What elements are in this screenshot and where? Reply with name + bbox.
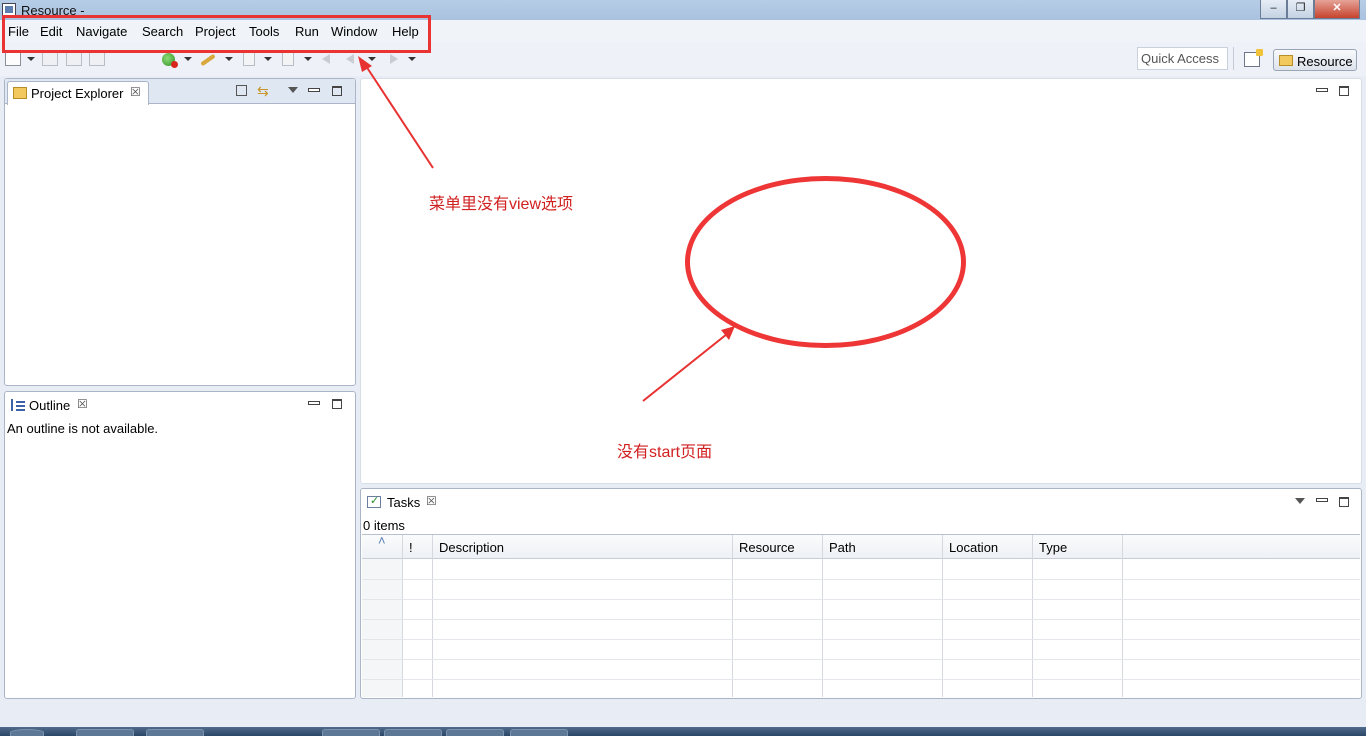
maximize-icon[interactable] (332, 399, 342, 409)
close-button[interactable]: ✕ (1314, 0, 1360, 19)
table-row (362, 659, 1360, 660)
column-divider (822, 535, 823, 697)
column-divider (732, 535, 733, 697)
tab-label: Tasks (387, 495, 421, 510)
run-dropdown-icon[interactable] (184, 52, 192, 66)
view-menu-icon[interactable] (288, 85, 298, 95)
column-divider (942, 535, 943, 697)
maximize-icon[interactable] (1339, 497, 1349, 507)
tab-label: Outline (29, 398, 71, 413)
column-resource[interactable]: Resource (739, 540, 795, 555)
folder-icon (1279, 55, 1293, 66)
link-with-editor-icon[interactable]: ⇆ (257, 83, 269, 100)
maximize-icon[interactable] (332, 86, 342, 96)
tab-tasks[interactable]: Tasks ☒ (363, 490, 443, 514)
taskbar-item[interactable] (384, 729, 442, 736)
new-icon[interactable] (5, 52, 21, 66)
close-icon[interactable]: ☒ (426, 494, 437, 508)
column-path[interactable]: Path (829, 540, 856, 555)
project-explorer-panel: Project Explorer ☒ ⇆ (4, 78, 356, 386)
back-dropdown-icon[interactable] (368, 52, 376, 66)
perspective-label: Resource (1297, 54, 1353, 69)
minimize-icon[interactable] (1316, 495, 1328, 505)
taskbar-item[interactable] (76, 729, 134, 736)
back-icon[interactable] (344, 52, 360, 66)
tools-dropdown-icon[interactable] (225, 52, 233, 66)
menu-highlight-box (2, 15, 431, 53)
annotation-next-icon[interactable] (243, 52, 255, 66)
forward-dropdown-icon[interactable] (408, 52, 416, 66)
outline-panel: Outline ☒ An outline is not available. (4, 391, 356, 699)
column-divider (402, 535, 403, 697)
collapse-all-icon[interactable] (236, 85, 247, 96)
save-all-icon[interactable] (66, 52, 82, 66)
restore-button[interactable]: ❐ (1287, 0, 1314, 19)
taskbar-item[interactable] (446, 729, 504, 736)
new-dropdown-icon[interactable] (27, 52, 35, 66)
perspective-resource-button[interactable]: Resource (1273, 49, 1357, 71)
table-row (362, 639, 1360, 640)
column-description[interactable]: Description (439, 540, 504, 555)
forward-icon[interactable] (384, 52, 400, 66)
column-divider (1122, 535, 1123, 697)
start-button[interactable] (10, 729, 44, 736)
minimize-button[interactable]: ‒ (1260, 0, 1287, 19)
table-row (362, 679, 1360, 680)
table-header: ˄ ! Description Resource Path Location T… (362, 533, 1360, 559)
run-icon[interactable] (162, 53, 178, 68)
close-icon[interactable]: ☒ (130, 85, 141, 99)
project-explorer-icon (13, 87, 27, 99)
quick-access-input[interactable]: Quick Access (1137, 47, 1228, 70)
tab-label: Project Explorer (31, 86, 124, 101)
tasks-item-count: 0 items (363, 518, 405, 533)
minimize-icon[interactable] (1316, 85, 1328, 95)
minimize-icon[interactable] (308, 85, 320, 95)
save-icon[interactable] (42, 52, 58, 66)
prev-dropdown-icon[interactable] (304, 52, 312, 66)
windows-taskbar (0, 727, 1366, 736)
column-priority[interactable]: ! (409, 540, 413, 555)
minimize-icon[interactable] (308, 398, 320, 408)
sort-icon[interactable]: ˄ (378, 533, 386, 548)
annotation-prev-icon[interactable] (282, 52, 294, 66)
tasks-icon (367, 494, 381, 508)
column-location[interactable]: Location (949, 540, 998, 555)
start-annotation-text: 没有start页面 (617, 444, 713, 461)
column-divider (1032, 535, 1033, 697)
view-menu-icon[interactable] (1295, 496, 1305, 506)
toolbar-separator (1233, 47, 1234, 70)
external-tools-icon[interactable] (200, 53, 216, 67)
close-icon[interactable]: ☒ (77, 397, 88, 411)
menu-annotation-text: 菜单里没有view选项 (429, 196, 574, 213)
start-page-highlight-ellipse (685, 176, 966, 348)
table-row (362, 599, 1360, 600)
column-type[interactable]: Type (1039, 540, 1067, 555)
taskbar-item[interactable] (510, 729, 568, 736)
table-row (362, 579, 1360, 580)
window-controls: ‒ ❐ ✕ (1260, 0, 1360, 19)
tab-outline[interactable]: Outline ☒ (7, 393, 97, 417)
maximize-icon[interactable] (1339, 86, 1349, 96)
open-perspective-icon[interactable] (1244, 49, 1263, 67)
print-icon[interactable] (89, 52, 105, 66)
taskbar-item[interactable] (322, 729, 380, 736)
column-divider (432, 535, 433, 697)
tab-project-explorer[interactable]: Project Explorer ☒ (7, 81, 149, 105)
next-dropdown-icon[interactable] (264, 52, 272, 66)
table-row (362, 619, 1360, 620)
tasks-table: ˄ ! Description Resource Path Location T… (362, 533, 1360, 697)
outline-icon (11, 399, 25, 411)
outline-message: An outline is not available. (7, 421, 159, 436)
last-edit-icon[interactable] (320, 52, 336, 66)
taskbar-item[interactable] (146, 729, 204, 736)
